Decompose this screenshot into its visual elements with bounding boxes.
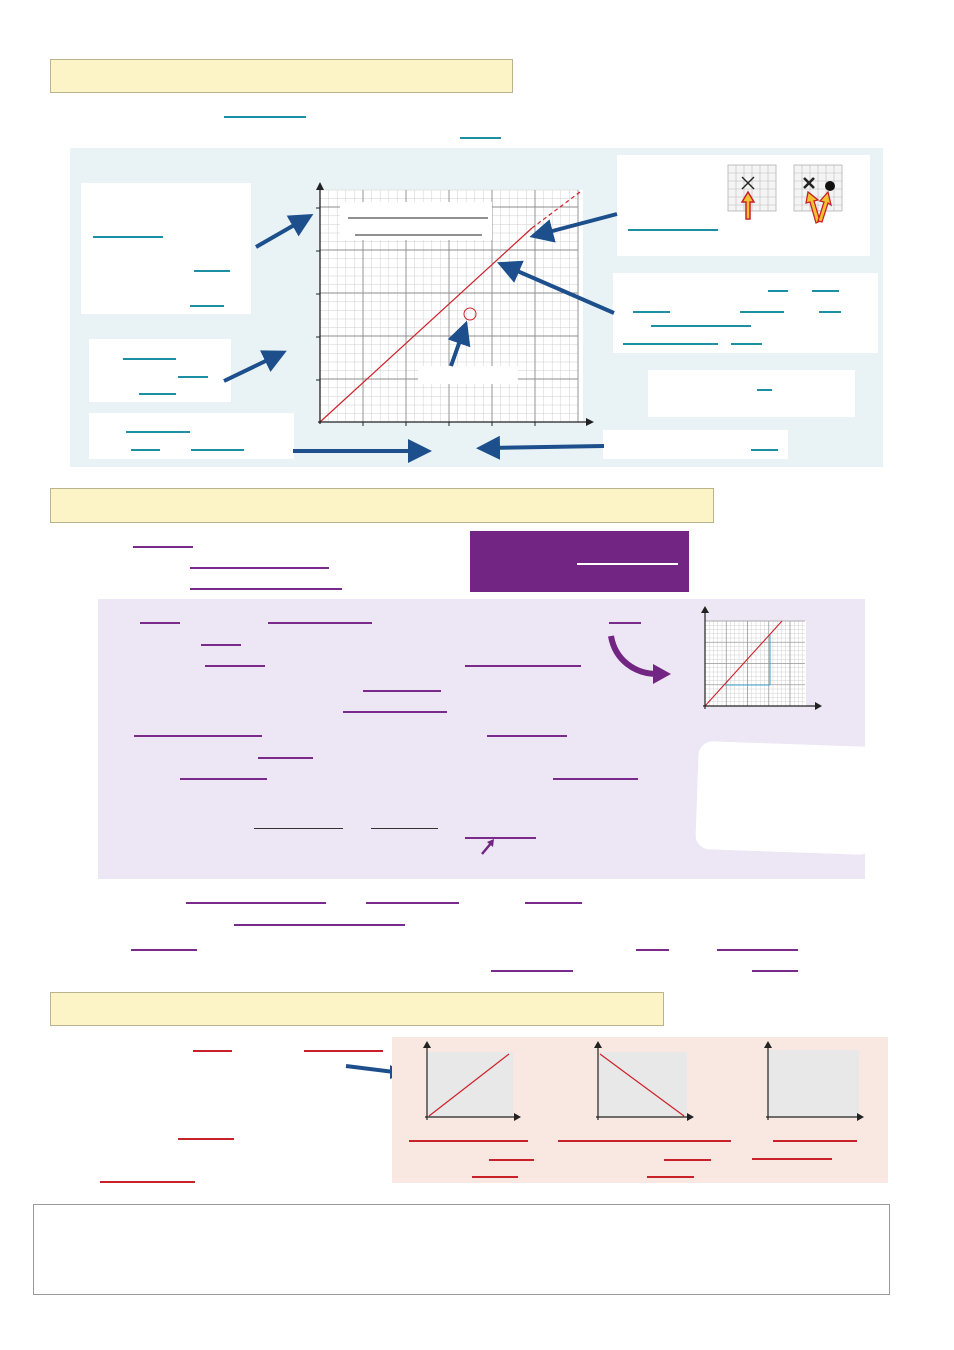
fraction-line — [254, 828, 343, 829]
text-line — [140, 622, 180, 624]
curved-arrow — [608, 635, 671, 684]
banner-line — [577, 563, 678, 565]
negative-relationship-graph — [594, 1041, 694, 1121]
y-axis-arrow — [701, 606, 709, 613]
text-line — [234, 924, 405, 926]
text-line — [133, 546, 193, 548]
text-line — [134, 735, 262, 737]
text-line — [100, 1181, 195, 1183]
text-line — [773, 1140, 857, 1142]
annotation-arrows — [223, 212, 618, 463]
section-3-header — [50, 992, 664, 1026]
text-line — [465, 665, 581, 667]
text-line — [268, 622, 372, 624]
text-line — [491, 970, 573, 972]
text-line — [258, 757, 313, 759]
positive-relationship-graph — [423, 1041, 521, 1121]
arrow-icon — [223, 212, 618, 463]
text-line — [186, 902, 326, 904]
text-line — [553, 778, 638, 780]
section-2-header — [50, 488, 714, 523]
gradient-example-graph — [701, 606, 822, 710]
text-line — [472, 1176, 518, 1178]
text-line — [636, 949, 669, 951]
text-line — [752, 970, 798, 972]
text-line — [304, 1050, 383, 1052]
text-line — [489, 1159, 534, 1161]
text-line — [201, 644, 241, 646]
footer-box — [33, 1204, 890, 1295]
text-line — [343, 711, 447, 713]
text-line — [558, 1140, 731, 1142]
text-line — [487, 735, 567, 737]
fraction-line — [371, 828, 438, 829]
text-line — [193, 1050, 232, 1052]
definition-banner — [470, 531, 689, 592]
text-line — [205, 665, 265, 667]
text-line — [131, 949, 197, 951]
no-relationship-graph — [764, 1041, 864, 1121]
arrow-icon — [608, 635, 658, 677]
text-line — [465, 837, 536, 839]
text-line — [409, 1140, 528, 1142]
text-line — [366, 902, 459, 904]
text-line — [717, 949, 798, 951]
text-line — [664, 1159, 711, 1161]
text-line — [190, 588, 342, 590]
small-pointer-arrow — [481, 839, 494, 855]
text-line — [525, 902, 582, 904]
text-line — [609, 622, 641, 624]
text-line — [363, 690, 441, 692]
text-line — [647, 1176, 694, 1178]
text-line — [190, 567, 329, 569]
graph-background — [768, 1050, 859, 1117]
x-axis-arrow — [815, 702, 822, 710]
text-line — [178, 1138, 234, 1140]
note-card — [695, 740, 877, 856]
text-line — [180, 778, 267, 780]
text-line — [752, 1158, 832, 1160]
